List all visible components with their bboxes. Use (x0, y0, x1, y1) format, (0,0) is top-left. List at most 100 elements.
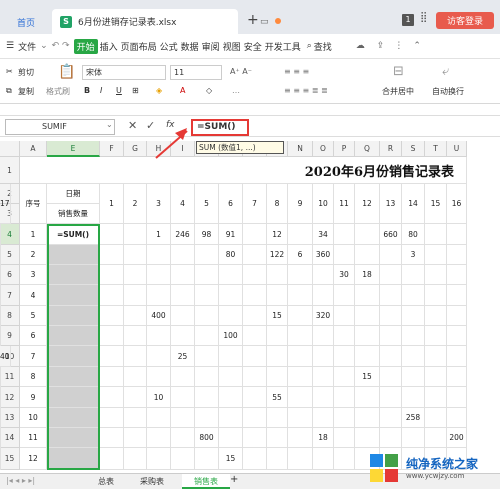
table-cell[interactable] (171, 306, 195, 326)
align-top-icons[interactable]: ≡ ≡ ≡ (284, 67, 309, 76)
table-cell[interactable] (171, 408, 195, 428)
table-cell[interactable] (147, 428, 171, 448)
table-cell[interactable] (100, 428, 124, 448)
window-count-badge[interactable]: 1 (402, 14, 414, 26)
chevron-down-icon[interactable]: ⌄ (106, 120, 113, 129)
row-header[interactable]: 9 (0, 326, 20, 346)
seq-cell[interactable]: 1 (20, 224, 47, 245)
table-cell[interactable] (334, 428, 355, 448)
table-cell[interactable] (425, 346, 447, 367)
table-cell[interactable] (195, 367, 219, 387)
seq-cell[interactable]: 6 (20, 326, 47, 346)
table-cell[interactable] (334, 387, 355, 408)
table-cell[interactable] (447, 326, 467, 346)
table-cell[interactable] (124, 346, 147, 367)
day-header[interactable]: 16 (447, 184, 467, 224)
guest-login-button[interactable]: 访客登录 (436, 12, 494, 29)
table-cell[interactable] (100, 346, 124, 367)
table-cell[interactable] (219, 285, 243, 306)
table-cell[interactable]: 15 (219, 448, 243, 470)
table-cell[interactable] (243, 367, 267, 387)
table-cell[interactable] (380, 285, 402, 306)
table-cell[interactable] (447, 367, 467, 387)
table-cell[interactable] (380, 387, 402, 408)
table-cell[interactable] (195, 346, 219, 367)
table-cell[interactable]: 800 (195, 428, 219, 448)
day-header[interactable]: 1 (100, 184, 124, 224)
row-header[interactable]: 4 (0, 224, 20, 245)
table-cell[interactable] (334, 408, 355, 428)
table-cell[interactable] (195, 408, 219, 428)
row-header[interactable]: 13 (0, 408, 20, 428)
seq-cell[interactable]: 8 (20, 367, 47, 387)
table-cell[interactable] (267, 285, 288, 306)
chevron-down-icon[interactable]: ⌄ (40, 41, 48, 51)
seq-cell[interactable]: 11 (20, 428, 47, 448)
column-header[interactable]: F (100, 141, 124, 157)
column-header[interactable]: E (47, 141, 100, 157)
table-cell[interactable] (447, 387, 467, 408)
day-header[interactable]: 14 (402, 184, 425, 224)
cloud-icon[interactable]: ☁ (356, 41, 365, 51)
table-cell[interactable] (288, 448, 313, 470)
table-cell[interactable] (195, 245, 219, 265)
paste-icon[interactable]: 📋 (58, 64, 75, 80)
table-cell[interactable] (100, 367, 124, 387)
row-header[interactable]: 11 (0, 367, 20, 387)
table-cell[interactable] (100, 285, 124, 306)
table-cell[interactable] (147, 408, 171, 428)
table-cell[interactable] (243, 448, 267, 470)
table-cell[interactable]: 18 (355, 265, 380, 285)
table-cell[interactable]: 15 (267, 306, 288, 326)
merge-center-button[interactable]: 合并居中 (382, 86, 414, 97)
table-cell[interactable] (402, 265, 425, 285)
scissors-icon[interactable]: ✂ (6, 67, 13, 76)
seq-cell[interactable]: 10 (20, 408, 47, 428)
font-size-buttons[interactable]: A⁺ A⁻ (230, 67, 252, 76)
eraser-icon[interactable]: ◇ (206, 86, 212, 95)
table-cell[interactable] (243, 326, 267, 346)
table-cell[interactable] (288, 346, 313, 367)
table-cell[interactable] (425, 224, 447, 245)
table-cell[interactable] (124, 326, 147, 346)
table-cell[interactable] (267, 346, 288, 367)
sheet-title[interactable]: 2020年6月份销售记录表 (20, 157, 467, 184)
table-cell[interactable] (313, 448, 334, 470)
table-cell[interactable] (380, 306, 402, 326)
table-cell[interactable]: 98 (195, 224, 219, 245)
table-cell[interactable] (402, 326, 425, 346)
column-header[interactable]: U (447, 141, 467, 157)
row-header[interactable]: 15 (0, 448, 20, 470)
table-cell[interactable] (288, 326, 313, 346)
cut-button[interactable]: 剪切 (18, 67, 34, 78)
table-cell[interactable] (355, 245, 380, 265)
table-cell[interactable] (334, 346, 355, 367)
table-cell[interactable] (100, 245, 124, 265)
table-cell[interactable] (124, 428, 147, 448)
table-cell[interactable] (334, 285, 355, 306)
table-cell[interactable] (195, 326, 219, 346)
table-cell[interactable] (313, 326, 334, 346)
table-cell[interactable] (219, 408, 243, 428)
table-cell[interactable] (380, 326, 402, 346)
table-cell[interactable] (402, 387, 425, 408)
table-cell[interactable] (447, 346, 467, 367)
table-cell[interactable] (171, 285, 195, 306)
add-sheet-icon[interactable]: + (230, 474, 238, 485)
format-painter-button[interactable]: 格式刷 (46, 86, 70, 97)
table-cell[interactable] (243, 245, 267, 265)
day-header[interactable]: 3 (147, 184, 171, 224)
table-cell[interactable] (171, 428, 195, 448)
table-cell[interactable] (0, 448, 1, 470)
table-cell[interactable] (334, 448, 355, 470)
table-cell[interactable] (267, 428, 288, 448)
table-cell[interactable] (288, 285, 313, 306)
table-cell[interactable] (124, 224, 147, 245)
table-cell[interactable] (147, 265, 171, 285)
align-horizontal-icons[interactable]: ≡ ≡ ≡ ≣ ≣ (284, 86, 328, 95)
table-cell[interactable] (147, 285, 171, 306)
table-cell[interactable] (124, 306, 147, 326)
table-cell[interactable] (243, 224, 267, 245)
seq-cell[interactable]: 7 (20, 346, 47, 367)
tab-page-layout[interactable]: 页面布局 (120, 40, 158, 53)
